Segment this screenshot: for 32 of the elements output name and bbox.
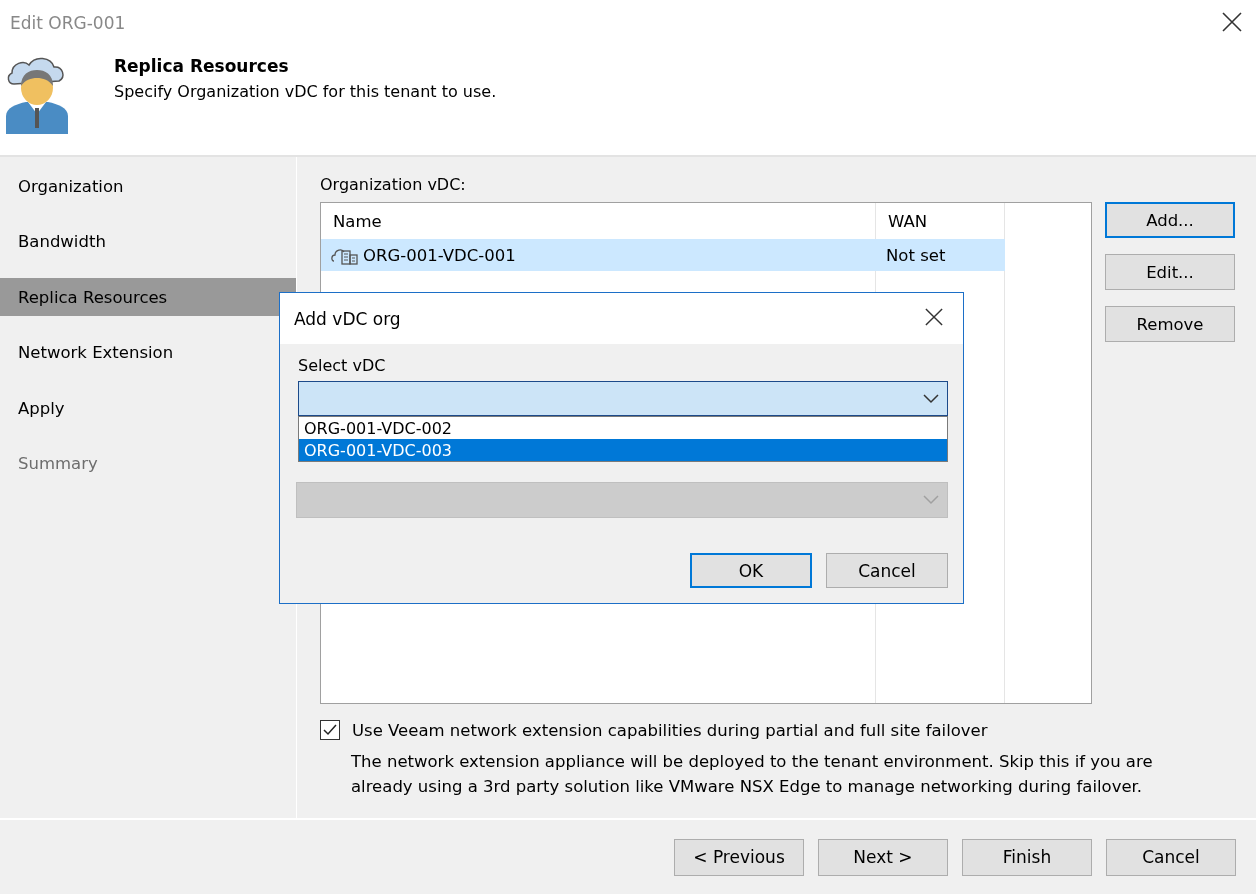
table-row[interactable]: ORG-001-VDC-001 Not set: [321, 239, 1005, 271]
footer-button[interactable]: Next >: [818, 838, 948, 876]
dialog-title: Add vDC org: [294, 308, 401, 329]
description-text: The network extension appliance will be deployed to the tenant environment. Skip this if you are already using a 3rd party solution like VMware NSX Edge to manage networking during failover.: [351, 751, 1154, 798]
dialog-button[interactable]: Cancel: [826, 553, 948, 588]
chevron-down-icon: [923, 393, 939, 404]
vdc-dropdown[interactable]: [298, 381, 948, 416]
select-label: Select vDC: [298, 356, 387, 375]
close-button[interactable]: [1222, 12, 1244, 34]
side-button[interactable]: Add...: [1105, 202, 1235, 238]
table-cell: ORG-001-VDC-001: [363, 245, 516, 265]
checkmark-icon: [323, 724, 337, 736]
window-title: Edit ORG-001: [10, 13, 126, 33]
checkbox-label: Use Veeam network extension capabilities during partial and full site failover: [352, 720, 988, 740]
dialog-button[interactable]: OK: [690, 553, 812, 588]
sidebar-item[interactable]: Bandwidth: [0, 222, 296, 261]
dropdown-option[interactable]: ORG-001-VDC-003: [299, 439, 947, 461]
footer-button[interactable]: < Previous: [674, 838, 804, 876]
side-button[interactable]: Remove: [1105, 306, 1235, 342]
vdc-label: Organization vDC:: [320, 175, 467, 194]
page-subtitle: Specify Organization vDC for this tenant to use.: [114, 82, 497, 101]
close-icon: [925, 307, 943, 326]
side-button[interactable]: Edit...: [1105, 254, 1235, 290]
footer-button[interactable]: Finish: [962, 838, 1092, 876]
page-title: Replica Resources: [114, 56, 290, 76]
checkbox[interactable]: [320, 720, 340, 740]
chevron-down-icon: [923, 495, 939, 505]
sidebar-item[interactable]: Replica Resources: [0, 278, 296, 316]
footer-button[interactable]: Cancel: [1106, 838, 1236, 876]
sidebar-item[interactable]: Organization: [0, 167, 296, 205]
close-icon: [1222, 12, 1242, 32]
table-cell-text: Not set: [885, 244, 947, 267]
